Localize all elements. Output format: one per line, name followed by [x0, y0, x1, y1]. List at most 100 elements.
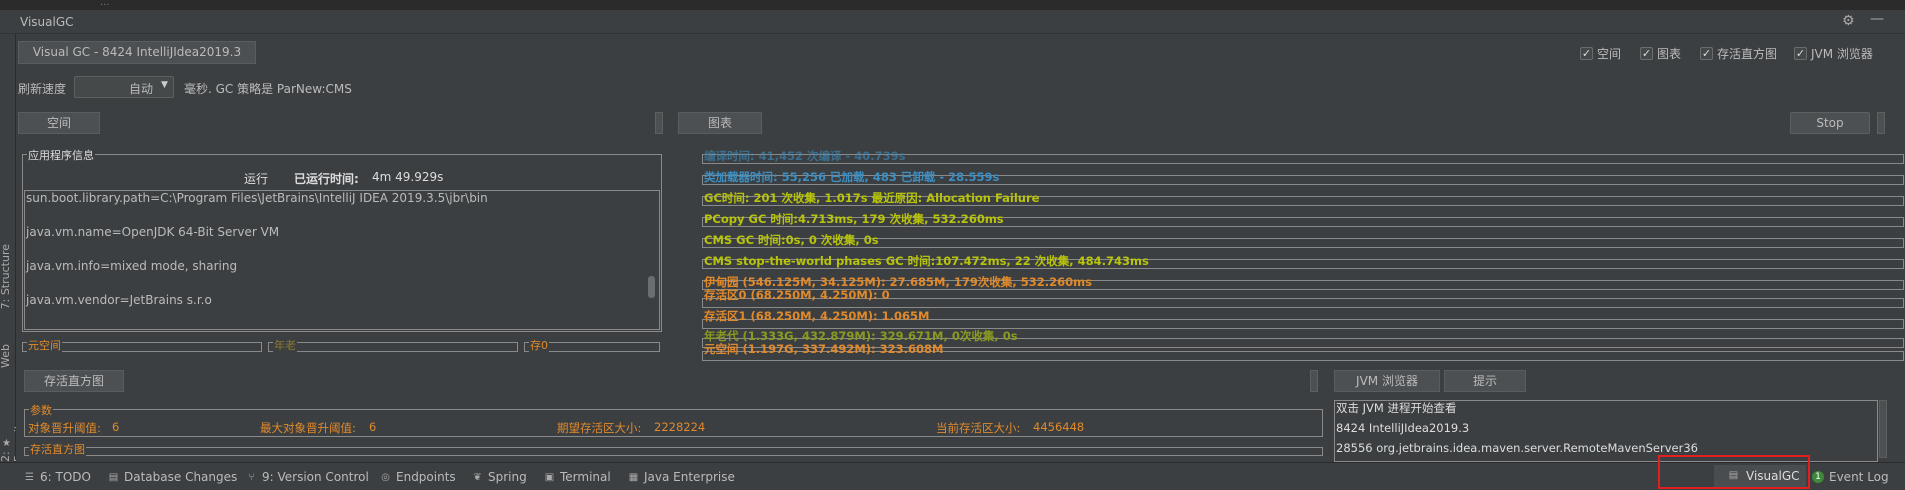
param-desired-survivor-label: 期望存活区大小: — [557, 421, 642, 435]
database-icon: ▤ — [108, 471, 119, 483]
top-strip: ... — [0, 0, 1905, 10]
jvm-browser-tab[interactable]: JVM 浏览器 — [1334, 370, 1440, 392]
graph-label-survivor1: 存活区1 (68.250M, 4.250M): 1.065M — [704, 309, 930, 323]
list-icon: ☰ — [25, 471, 34, 483]
checkbox-graph-label: 图表 — [1657, 47, 1682, 61]
branch-icon: ⑂ — [248, 471, 255, 483]
spring-label: Spring — [488, 470, 527, 484]
space-panel-splitter[interactable] — [655, 112, 663, 134]
histogram-group: 存活直方图 — [24, 441, 1323, 457]
region-metaspace-label: 元空间 — [27, 337, 62, 353]
event-log-tab[interactable]: 1 Event Log — [1812, 470, 1889, 484]
property-line: sun.boot.library.path=C:\Program Files\J… — [26, 191, 488, 205]
param-promo-threshold-label: 对象晋升阈值: — [28, 421, 101, 435]
uptime-label: 已运行时间: — [294, 172, 359, 186]
java-icon: ▦ — [628, 471, 639, 483]
checkbox-space-box[interactable]: ✓ — [1580, 47, 1593, 60]
graph-label-classloader: 类加载器时间: 55,256 已加载, 483 已卸载 - 28.559s — [704, 170, 1000, 184]
endpoints-label: Endpoints — [396, 470, 456, 484]
stop-button[interactable]: Stop — [1790, 112, 1870, 134]
checkbox-histogram-box[interactable]: ✓ — [1700, 47, 1713, 60]
java-enterprise-tab[interactable]: ▦ Java Enterprise — [628, 470, 735, 484]
region-old: 年老 — [268, 337, 518, 353]
chevron-down-icon: ▼ — [161, 80, 168, 90]
database-changes-tab[interactable]: ▤ Database Changes — [108, 470, 238, 484]
event-log-label: Event Log — [1829, 470, 1889, 484]
region-metaspace: 元空间 — [22, 337, 262, 353]
gear-icon[interactable]: ⚙ — [1842, 13, 1855, 29]
globe-icon: ◎ — [381, 471, 390, 483]
highlight-box — [1658, 455, 1810, 489]
version-control-tab[interactable]: ⑂ 9: Version Control — [246, 470, 369, 484]
structure-tab[interactable]: 7: Structure — [0, 244, 12, 309]
space-tab[interactable]: 空间 — [18, 112, 100, 134]
refresh-label: 刷新速度 — [18, 82, 67, 96]
minimize-icon[interactable]: — — [1870, 11, 1884, 27]
bottom-tool-bar: ☰ 6: TODO ▤ Database Changes ⑂ 9: Versio… — [0, 455, 1905, 490]
leaf-icon: ❦ — [473, 471, 482, 483]
database-changes-label: Database Changes — [124, 470, 238, 484]
window-title: VisualGC — [20, 15, 74, 29]
checkbox-graph-box[interactable]: ✓ — [1640, 47, 1653, 60]
histogram-tab[interactable]: 存活直方图 — [24, 370, 124, 392]
refresh-speed-value: 自动 — [129, 82, 154, 96]
region-old-label: 年老 — [273, 337, 297, 353]
graph-label-survivor0: 存活区0 (68.250M, 4.250M): 0 — [704, 288, 890, 302]
checkbox-jvm-browser-label: JVM 浏览器 — [1811, 47, 1873, 61]
scroll-thumb[interactable] — [648, 276, 655, 298]
param-max-promo-threshold-value: 6 — [369, 420, 377, 434]
property-line: java.vm.name=OpenJDK 64-Bit Server VM — [26, 225, 280, 239]
refresh-speed-select[interactable]: 自动 ▼ — [74, 76, 174, 98]
graph-label-cms: CMS GC 时间:0s, 0 次收集, 0s — [704, 233, 879, 247]
param-desired-survivor-value: 2228224 — [654, 420, 706, 434]
gc-policy-text: 毫秒. GC 策略是 ParNew:CMS — [184, 82, 352, 96]
spring-tab[interactable]: ❦ Spring — [472, 470, 527, 484]
checkbox-graph[interactable]: ✓ 图表 — [1640, 45, 1681, 62]
jvm-panel-scrollbar[interactable] — [1879, 400, 1887, 458]
graph-bar-cms — [702, 238, 1904, 248]
histogram-panel-splitter[interactable] — [1310, 370, 1318, 392]
param-current-survivor-label: 当前存活区大小: — [936, 421, 1021, 435]
visualgc-main: Visual GC - 8424 IntelliJIdea2019.3 ✓ 空间… — [16, 34, 1905, 462]
endpoints-tab[interactable]: ◎ Endpoints — [380, 470, 456, 484]
checkbox-jvm-browser-box[interactable]: ✓ — [1794, 47, 1807, 60]
checkbox-space-label: 空间 — [1597, 47, 1622, 61]
process-tab[interactable]: Visual GC - 8424 IntelliJIdea2019.3 — [18, 41, 256, 64]
checkbox-histogram[interactable]: ✓ 存活直方图 — [1700, 45, 1777, 62]
jvm-process-item[interactable]: 28556 org.jetbrains.idea.maven.server.Re… — [1336, 441, 1698, 455]
checkbox-space[interactable]: ✓ 空间 — [1580, 45, 1621, 62]
graph-panel-splitter[interactable] — [1877, 112, 1885, 134]
web-tab[interactable]: Web — [0, 344, 12, 368]
graph-label-pcopy: PCopy GC 时间:4.713ms, 179 次收集, 532.260ms — [704, 212, 1004, 226]
param-current-survivor-value: 4456448 — [1033, 420, 1085, 434]
hint-tab[interactable]: 提示 — [1444, 370, 1526, 392]
top-strip-text: ... — [100, 0, 110, 8]
uptime-value: 4m 49.929s — [372, 170, 444, 184]
graph-label-compile: 编译时间: 41,452 次编译 - 40.739s — [704, 149, 906, 163]
todo-tab[interactable]: ☰ 6: TODO — [24, 470, 91, 484]
graph-tab[interactable]: 图表 — [678, 112, 762, 134]
param-promo-threshold-value: 6 — [112, 420, 120, 434]
region-survivor: 存0 — [524, 337, 660, 353]
terminal-icon: ▣ — [544, 471, 555, 483]
property-line: java.vm.info=mixed mode, sharing — [26, 259, 238, 273]
graph-label-gc: GC时间: 201 次收集, 1.017s 最近原因: Allocation F… — [704, 191, 1040, 205]
param-max-promo-threshold-label: 最大对象晋升阈值: — [260, 421, 356, 435]
terminal-tab[interactable]: ▣ Terminal — [544, 470, 611, 484]
tool-window-titlebar: VisualGC ⚙ — — [0, 10, 1905, 34]
jvm-process-item[interactable]: 8424 IntelliJIdea2019.3 — [1336, 421, 1469, 435]
java-enterprise-label: Java Enterprise — [644, 470, 735, 484]
graph-label-cms-stw: CMS stop-the-world phases GC 时间:107.472m… — [704, 254, 1149, 268]
checkbox-histogram-label: 存活直方图 — [1717, 47, 1778, 61]
properties-scrollbar[interactable] — [646, 192, 658, 328]
params-title: 参数 — [29, 402, 53, 418]
histogram-title: 存活直方图 — [29, 441, 86, 457]
star-icon: ★ — [2, 438, 11, 449]
checkbox-jvm-browser[interactable]: ✓ JVM 浏览器 — [1794, 45, 1873, 62]
terminal-label: Terminal — [560, 470, 611, 484]
status-text: 运行 — [244, 172, 269, 186]
event-log-badge: 1 — [1812, 471, 1824, 483]
todo-label: 6: TODO — [40, 470, 91, 484]
version-control-label: 9: Version Control — [262, 470, 369, 484]
property-line: java.vm.vendor=JetBrains s.r.o — [26, 293, 212, 307]
